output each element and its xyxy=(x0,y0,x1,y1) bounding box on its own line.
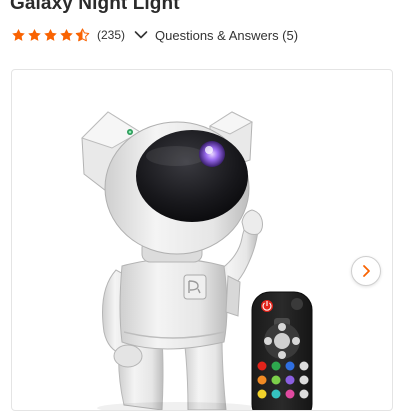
chevron-down-icon[interactable] xyxy=(134,30,148,40)
half-star-icon xyxy=(75,27,90,41)
star-icon xyxy=(12,28,25,41)
rating-row[interactable]: (235) Questions & Answers (5) xyxy=(11,26,298,44)
product-image xyxy=(81,111,313,410)
product-title: Galaxy Night Light xyxy=(10,0,180,14)
questions-answers-link[interactable]: Questions & Answers (5) xyxy=(155,28,298,43)
star-rating[interactable] xyxy=(11,27,90,43)
next-image-button[interactable] xyxy=(351,256,381,286)
star-icon xyxy=(60,28,73,41)
product-image-gallery[interactable] xyxy=(11,69,393,411)
review-count[interactable]: (235) xyxy=(97,28,125,42)
star-icon xyxy=(28,28,41,41)
chevron-right-icon xyxy=(363,265,370,277)
star-icon xyxy=(44,28,57,41)
